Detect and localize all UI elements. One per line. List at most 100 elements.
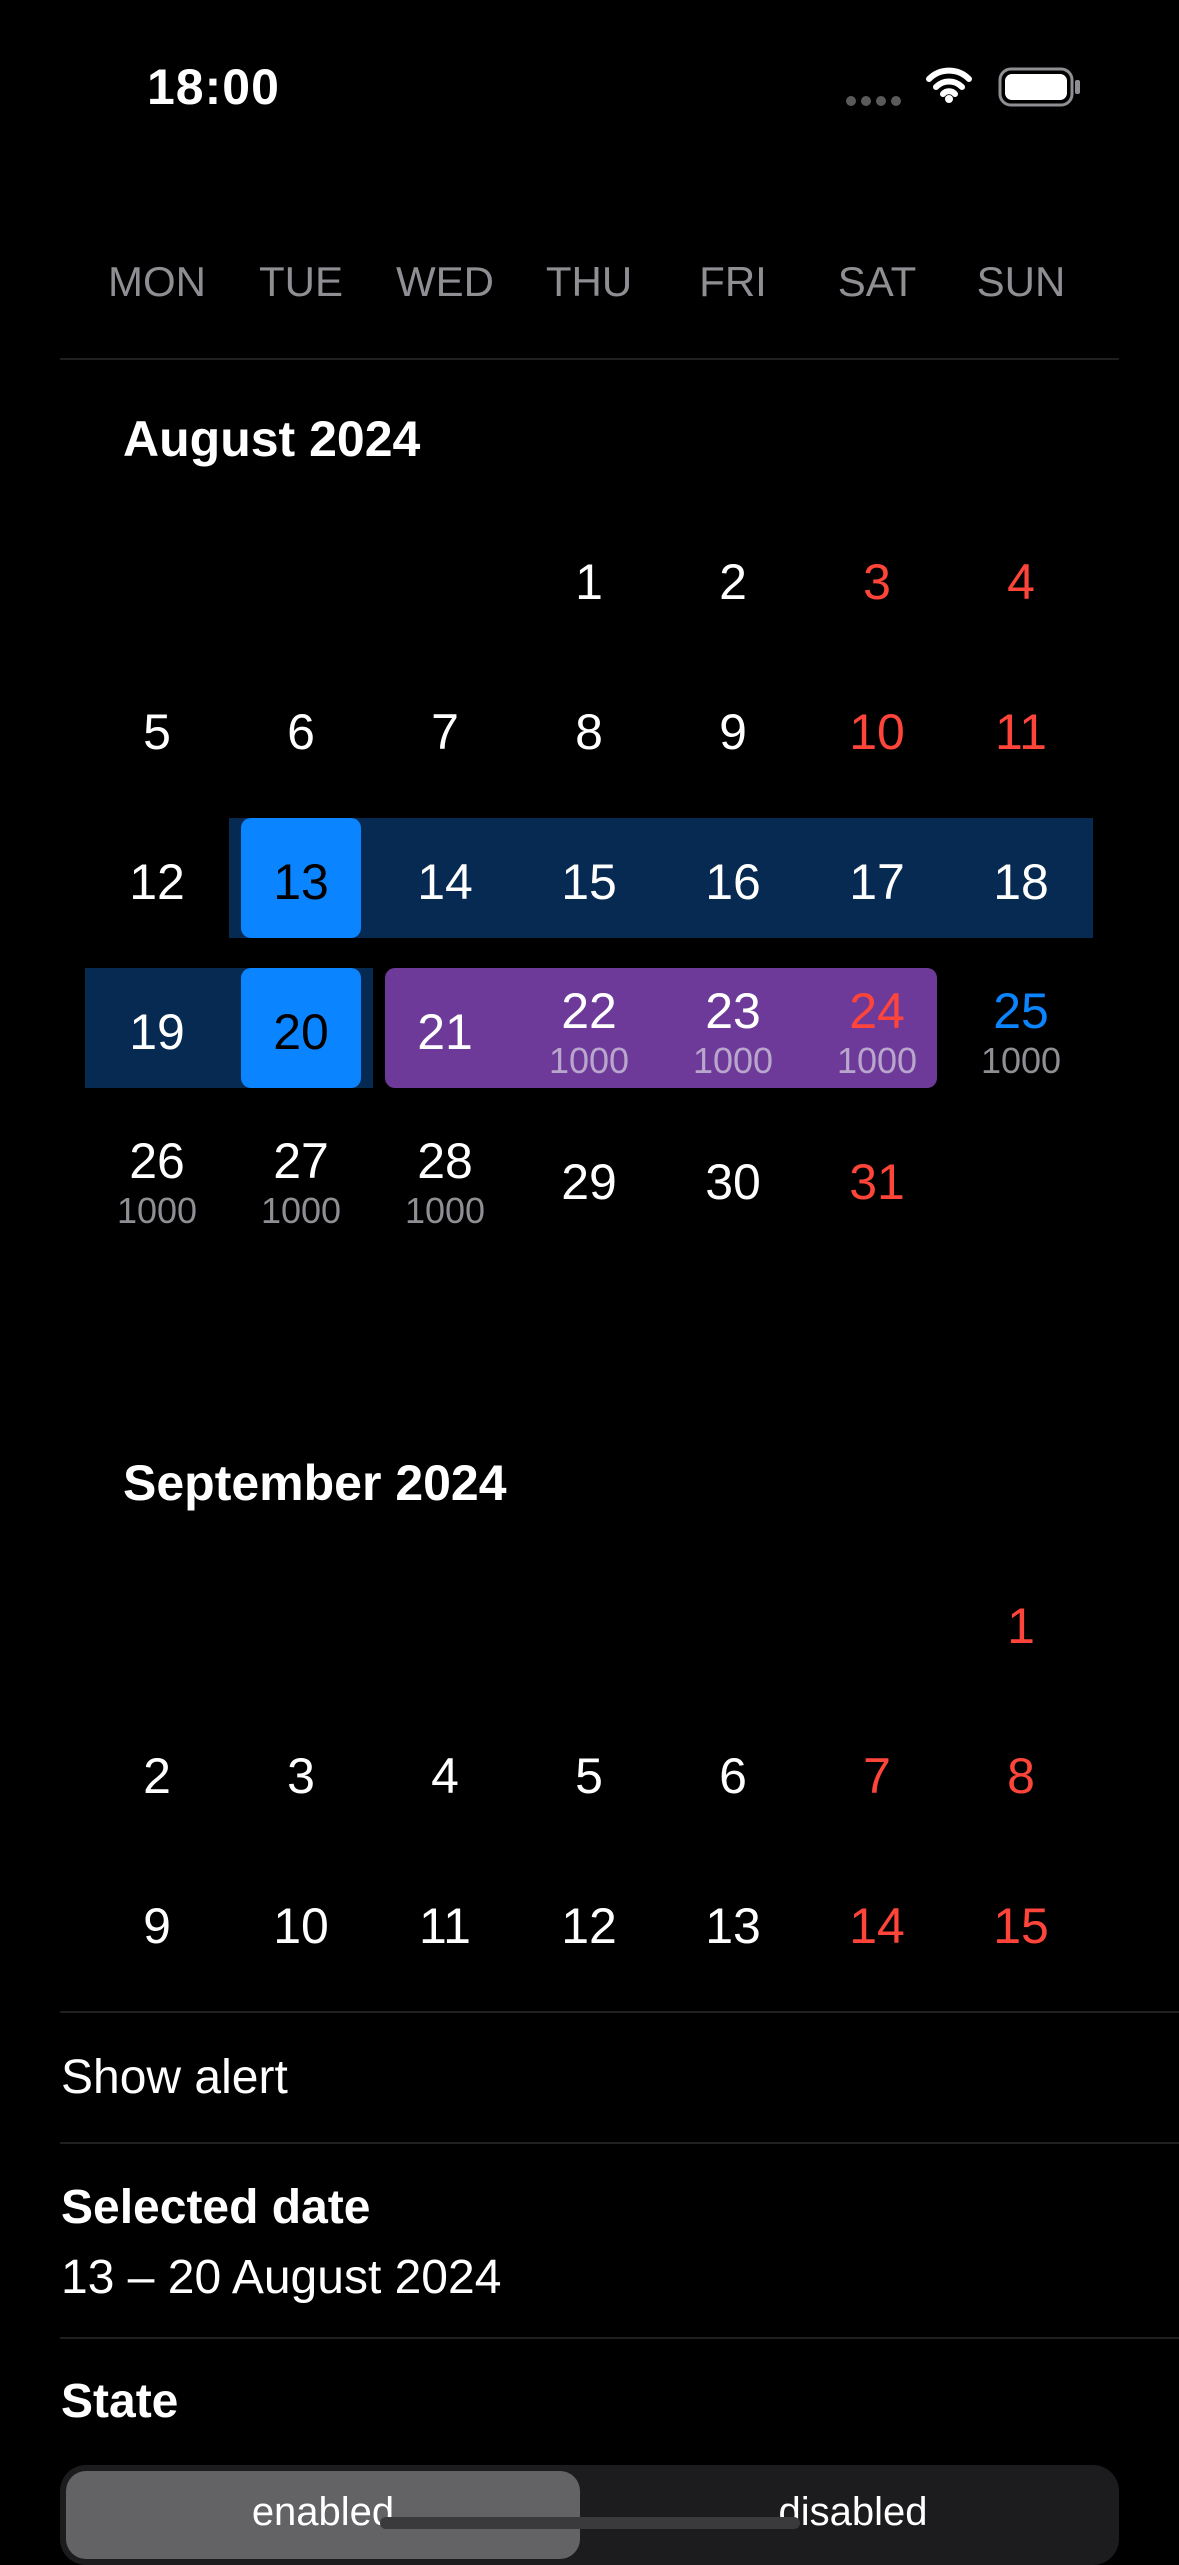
day-number: 9	[719, 704, 747, 760]
day-cell[interactable]: 23 1000	[661, 970, 805, 1090]
day-number: 15	[561, 854, 617, 910]
day-cell[interactable]: 22 1000	[517, 970, 661, 1090]
day-cell[interactable]: 28 1000	[373, 1120, 517, 1240]
day-number: 12	[561, 1898, 617, 1954]
day-cell[interactable]: 9	[661, 670, 805, 790]
day-number: 3	[287, 1748, 315, 1804]
day-cell[interactable]: 2	[661, 520, 805, 640]
day-number: 28	[417, 1133, 473, 1189]
day-cell[interactable]: 18	[949, 820, 1093, 940]
day-cell[interactable]: 12	[517, 1864, 661, 1984]
day-number: 23	[705, 983, 761, 1039]
day-price: 1000	[548, 1040, 630, 1081]
month-title: September 2024	[123, 1455, 507, 1511]
day-cell[interactable]: 7	[373, 670, 517, 790]
day-cell[interactable]: 7	[805, 1714, 949, 1834]
day-cell[interactable]: 4	[949, 520, 1093, 640]
day-cell[interactable]: 10	[229, 1864, 373, 1984]
day-cell[interactable]: 5	[85, 670, 229, 790]
day-cell[interactable]: 19	[85, 970, 229, 1090]
day-cell[interactable]: 30	[661, 1120, 805, 1240]
day-number: 20	[273, 1004, 329, 1060]
day-number: 19	[129, 1004, 185, 1060]
day-cell[interactable]: 12	[85, 820, 229, 940]
day-number: 13	[705, 1898, 761, 1954]
day-number: 6	[287, 704, 315, 760]
day-cell[interactable]: 4	[373, 1714, 517, 1834]
state-label: State	[61, 2375, 179, 2428]
day-number: 18	[993, 854, 1049, 910]
day-cell[interactable]: 26 1000	[85, 1120, 229, 1240]
day-cell[interactable]: 29	[517, 1120, 661, 1240]
day-number: 10	[273, 1898, 329, 1954]
day-number: 30	[705, 1154, 761, 1210]
day-cell[interactable]: 11	[949, 670, 1093, 790]
divider	[60, 358, 1119, 360]
day-cell[interactable]: 5	[517, 1714, 661, 1834]
day-number: 2	[719, 554, 747, 610]
selected-date-label: Selected date	[61, 2181, 371, 2234]
day-cell[interactable]: 31	[805, 1120, 949, 1240]
day-price: 1000	[404, 1190, 486, 1231]
day-number: 11	[419, 1898, 471, 1954]
day-number: 14	[417, 854, 473, 910]
day-price: 1000	[692, 1040, 774, 1081]
day-cell[interactable]: 14	[373, 820, 517, 940]
day-cell[interactable]: 10	[805, 670, 949, 790]
month-title: August 2024	[123, 411, 421, 467]
day-cell[interactable]: 15	[949, 1864, 1093, 1984]
day-cell[interactable]: 1	[949, 1564, 1093, 1684]
day-cell[interactable]: 14	[805, 1864, 949, 1984]
day-number: 9	[143, 1898, 171, 1954]
weekday-tue: TUE	[259, 258, 343, 305]
day-cell[interactable]: 8	[949, 1714, 1093, 1834]
day-cell[interactable]: 3	[229, 1714, 373, 1834]
day-cell[interactable]: 15	[517, 820, 661, 940]
day-number: 1	[575, 554, 603, 610]
battery-icon	[998, 67, 1080, 107]
day-number: 16	[705, 854, 761, 910]
day-number: 8	[575, 704, 603, 760]
day-number: 27	[273, 1133, 329, 1189]
day-number: 25	[993, 983, 1049, 1039]
divider	[60, 2337, 1179, 2339]
day-cell[interactable]: 17	[805, 820, 949, 940]
day-cell[interactable]: 8	[517, 670, 661, 790]
day-cell[interactable]: 1	[517, 520, 661, 640]
day-cell[interactable]: 24 1000	[805, 970, 949, 1090]
day-cell[interactable]: 16	[661, 820, 805, 940]
day-number: 1	[1007, 1598, 1035, 1654]
day-cell[interactable]: 13	[229, 820, 373, 940]
day-number: 7	[863, 1748, 891, 1804]
show-alert-button[interactable]: Show alert	[61, 2050, 288, 2105]
weekday-sun: SUN	[976, 258, 1066, 305]
day-number: 5	[575, 1748, 603, 1804]
day-cell[interactable]: 9	[85, 1864, 229, 1984]
day-number: 4	[1007, 554, 1035, 610]
state-segmented-control[interactable]: enabled disabled	[60, 2465, 1119, 2565]
day-cell[interactable]: 2	[85, 1714, 229, 1834]
day-number: 14	[849, 1898, 905, 1954]
day-cell[interactable]: 11	[373, 1864, 517, 1984]
day-price: 1000	[116, 1190, 198, 1231]
day-number: 22	[561, 983, 617, 1039]
day-number: 24	[849, 983, 905, 1039]
day-cell[interactable]: 6	[661, 1714, 805, 1834]
day-cell[interactable]: 6	[229, 670, 373, 790]
day-number: 4	[431, 1748, 459, 1804]
weekday-mon: MON	[108, 258, 206, 305]
day-cell[interactable]: 25 1000	[949, 970, 1093, 1090]
day-cell[interactable]: 21	[373, 970, 517, 1090]
day-price: 1000	[980, 1040, 1062, 1081]
day-number: 15	[993, 1898, 1049, 1954]
divider	[60, 2011, 1179, 2013]
weekday-wed: WED	[396, 258, 494, 305]
day-price: 1000	[836, 1040, 918, 1081]
day-cell[interactable]: 20	[229, 970, 373, 1090]
day-number: 31	[849, 1154, 905, 1210]
day-number: 26	[129, 1133, 185, 1189]
day-cell[interactable]: 27 1000	[229, 1120, 373, 1240]
day-cell[interactable]: 13	[661, 1864, 805, 1984]
day-cell[interactable]: 3	[805, 520, 949, 640]
home-indicator	[380, 2517, 800, 2529]
